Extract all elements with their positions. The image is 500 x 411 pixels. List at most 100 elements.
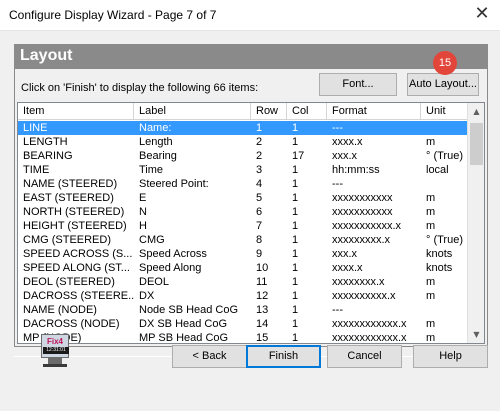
cell-format: ---: [332, 304, 343, 316]
font-button[interactable]: Font...: [319, 73, 397, 96]
cell-col: 1: [292, 178, 299, 190]
cell-format: xxxxxxxxxxx: [332, 192, 393, 204]
cell-unit: ° (True): [426, 150, 463, 162]
cell-item: DEOL (STEERED): [23, 276, 115, 288]
table-row[interactable]: SPEED ACROSS (S... Speed Across 9 1 xxx.x kno…: [18, 247, 468, 261]
cell-label: MP SB Head CoG: [139, 332, 229, 344]
cell-col: 1: [292, 318, 299, 330]
cell-row: 12: [256, 290, 269, 302]
cell-col: 1: [292, 290, 299, 302]
column-header-format[interactable]: Format: [327, 103, 421, 120]
cell-row: 6: [256, 206, 263, 218]
cell-label: Steered Point:: [139, 178, 209, 190]
table-row[interactable]: DEOL (STEERED) DEOL 11 1 xxxxxxxx.x m: [18, 275, 468, 289]
cell-unit: [421, 177, 468, 191]
cell-row: 2: [256, 136, 263, 148]
table-row[interactable]: NAME (STEERED) Steered Point: 4 1 ---: [18, 177, 468, 191]
table-row[interactable]: CMG (STEERED) CMG 8 1 xxxxxxxxx.x ° (True): [18, 233, 468, 247]
auto-layout-button[interactable]: Auto Layout...: [407, 73, 479, 96]
cell-row: 14: [256, 318, 269, 330]
scroll-thumb[interactable]: [470, 123, 483, 165]
finish-button[interactable]: Finish: [246, 345, 321, 368]
cell-label: E: [139, 192, 147, 204]
column-header-item[interactable]: Item: [18, 103, 134, 120]
cell-format: xxxxxxxxxxx.x: [332, 220, 402, 232]
cell-row: 11: [256, 276, 268, 288]
column-header-row[interactable]: Row: [251, 103, 287, 120]
cell-unit: m: [426, 136, 436, 148]
cell-item: TIME: [23, 164, 50, 176]
back-button[interactable]: < Back: [172, 345, 247, 368]
cell-row: 8: [256, 234, 263, 246]
cell-format: xxxxxxxx.x: [332, 276, 385, 288]
monitor-base: [43, 364, 67, 367]
cell-unit: [421, 121, 468, 135]
close-icon[interactable]: ✕: [470, 3, 494, 25]
cell-row: 9: [256, 248, 263, 260]
cell-item: MP (NODE): [23, 332, 81, 344]
fix4-clock-text: 12:31:01: [43, 347, 69, 354]
column-header-unit[interactable]: Unit: [421, 103, 468, 120]
cell-item: SPEED ACROSS (S...: [23, 248, 133, 260]
cell-item: LINE: [23, 122, 48, 134]
table-row[interactable]: LENGTH Length 2 1 xxxx.x m: [18, 135, 468, 149]
table-row[interactable]: NORTH (STEERED) N 6 1 xxxxxxxxxxx m: [18, 205, 468, 219]
cell-format: xxxx.x: [332, 136, 363, 148]
cell-unit: m: [426, 276, 436, 288]
cell-unit: ° (True): [426, 234, 463, 246]
cell-format: ---: [332, 122, 343, 134]
list-header: Item Label Row Col Format Unit: [18, 103, 468, 120]
cell-label: N: [139, 206, 147, 218]
cell-label: Speed Across: [139, 248, 207, 260]
cell-label: Speed Along: [139, 262, 202, 274]
cell-row: 2: [256, 150, 263, 162]
instruction-text: Click on 'Finish' to display the followi…: [21, 82, 259, 94]
cell-row: 15: [256, 332, 269, 344]
title-bar: Configure Display Wizard - Page 7 of 7 ✕: [0, 0, 500, 31]
cell-item: NORTH (STEERED): [23, 206, 125, 218]
cell-row: 4: [256, 178, 263, 190]
cell-item: NAME (STEERED): [23, 178, 118, 190]
layout-panel: Layout Click on 'Finish' to display the …: [14, 44, 488, 347]
table-row[interactable]: MP (NODE) MP SB Head CoG 15 1 xxxxxxxxxxxx.x…: [18, 331, 468, 344]
cell-format: xxxxxxxxx.x: [332, 234, 391, 246]
scroll-down-icon[interactable]: ▼: [468, 326, 484, 343]
cell-unit: [421, 303, 468, 317]
vertical-scrollbar[interactable]: ▲ ▼: [467, 103, 484, 343]
table-row[interactable]: NAME (NODE) Node SB Head CoG 13 1 ---: [18, 303, 468, 317]
cell-row: 10: [256, 262, 269, 274]
table-row[interactable]: DACROSS (STEERE... DX 12 1 xxxxxxxxxx.x m: [18, 289, 468, 303]
cell-col: 1: [292, 332, 299, 344]
cancel-button[interactable]: Cancel: [327, 345, 402, 368]
cell-item: HEIGHT (STEERED): [23, 220, 127, 232]
table-row[interactable]: SPEED ALONG (ST... Speed Along 10 1 xxxx.x kn…: [18, 261, 468, 275]
cell-format: hh:mm:ss: [332, 164, 380, 176]
table-row[interactable]: HEIGHT (STEERED) H 7 1 xxxxxxxxxxx.x m: [18, 219, 468, 233]
column-header-label[interactable]: Label: [134, 103, 251, 120]
table-row[interactable]: DACROSS (NODE) DX SB Head CoG 14 1 xxxxxxxxx…: [18, 317, 468, 331]
cell-unit: m: [426, 192, 436, 204]
panel-header: Layout: [15, 45, 487, 69]
cell-label: H: [139, 220, 147, 232]
cell-col: 1: [292, 276, 299, 288]
column-header-col[interactable]: Col: [287, 103, 327, 120]
cell-format: xxxxxxxxxxx: [332, 206, 393, 218]
cell-label: Time: [139, 164, 164, 176]
cell-format: xxx.x: [332, 150, 358, 162]
cell-col: 1: [292, 234, 299, 246]
table-row[interactable]: TIME Time 3 1 hh:mm:ss local: [18, 163, 468, 177]
cell-row: 1: [256, 122, 263, 134]
cell-item: CMG (STEERED): [23, 234, 111, 246]
cell-label: Name:: [139, 122, 172, 134]
table-row[interactable]: BEARING Bearing 2 17 xxx.x ° (True): [18, 149, 468, 163]
table-row[interactable]: EAST (STEERED) E 5 1 xxxxxxxxxxx m: [18, 191, 468, 205]
cell-unit: m: [426, 220, 436, 232]
cell-col: 1: [292, 206, 299, 218]
window-title: Configure Display Wizard - Page 7 of 7: [9, 8, 217, 22]
cell-item: SPEED ALONG (ST...: [23, 262, 130, 274]
items-list-view[interactable]: Item Label Row Col Format Unit LINE Name:…: [17, 102, 485, 344]
help-button[interactable]: Help: [413, 345, 488, 368]
cell-item: NAME (NODE): [23, 304, 97, 316]
table-row[interactable]: LINE Name: 1 1 ---: [18, 121, 468, 135]
scroll-up-icon[interactable]: ▲: [468, 103, 484, 120]
